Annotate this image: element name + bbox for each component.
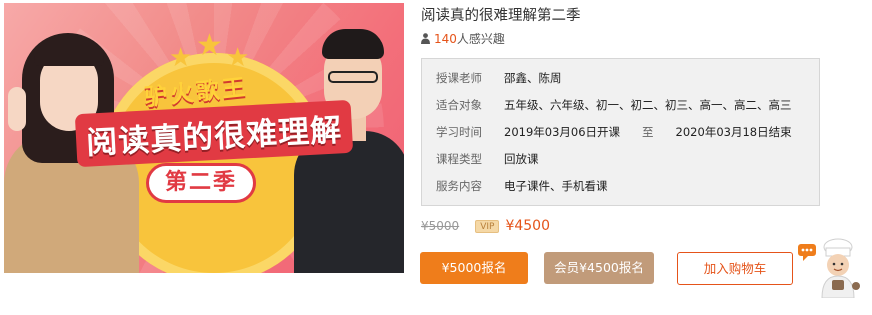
time-separator: 至 (642, 125, 654, 139)
time-end: 2020年03月18日结束 (675, 125, 792, 139)
interest-count: 140 人感兴趣 (421, 30, 505, 47)
star-icon: ★ (196, 28, 223, 63)
cover-man-hair (322, 29, 384, 59)
course-cover-image[interactable]: ★ ★ ★ 驴火歌王 阅读真的很难理解 第二季 (4, 3, 404, 273)
course-title: 阅读真的很难理解第二季 (421, 8, 581, 24)
type-value: 回放课 (504, 152, 539, 166)
star-icon: ★ (169, 43, 193, 73)
teacher-value: 邵鑫、陈周 (504, 71, 562, 85)
enroll-button[interactable]: ¥5000报名 (420, 252, 528, 284)
info-row-time: 学习时间 2019年03月06日开课 至 2020年03月18日结束 (436, 124, 792, 140)
add-to-cart-button[interactable]: 加入购物车 (677, 252, 793, 285)
audience-value: 五年级、六年级、初一、初二、初三、高一、高二、高三 (504, 98, 792, 112)
vip-price: ¥4500 (505, 218, 550, 234)
original-price: ¥5000 (421, 219, 460, 233)
info-label: 适合对象 (436, 98, 482, 112)
course-detail-page: ★ ★ ★ 驴火歌王 阅读真的很难理解 第二季 阅读真的很难理解第二季 140 … (0, 0, 872, 315)
info-label: 课程类型 (436, 152, 482, 166)
chef-mascot-icon[interactable] (798, 238, 868, 298)
service-value: 电子课件、手机看课 (504, 179, 608, 193)
cover-woman-bangs (34, 38, 104, 66)
interest-number: 140 (434, 31, 457, 46)
price-row: ¥5000 VIP ¥4500 (421, 218, 550, 234)
info-row-teacher: 授课老师 邵鑫、陈周 (436, 70, 562, 86)
info-label: 授课老师 (436, 71, 482, 85)
cover-man-glasses (328, 71, 378, 83)
cover-title-line3: 第二季 (146, 163, 256, 203)
info-row-type: 课程类型 回放课 (436, 151, 539, 167)
info-row-audience: 适合对象 五年级、六年级、初一、初二、初三、高一、高二、高三 (436, 97, 792, 113)
vip-enroll-button[interactable]: 会员¥4500报名 (544, 252, 654, 284)
time-start: 2019年03月06日开课 (504, 125, 621, 139)
course-info-box: 授课老师 邵鑫、陈周 适合对象 五年级、六年级、初一、初二、初三、高一、高二、高… (421, 58, 820, 206)
cover-woman-hand (8, 87, 26, 131)
info-label: 服务内容 (436, 179, 482, 193)
person-icon (421, 33, 430, 44)
info-label: 学习时间 (436, 125, 482, 139)
interest-suffix: 人感兴趣 (456, 32, 505, 46)
vip-badge: VIP (475, 219, 500, 233)
info-row-service: 服务内容 电子课件、手机看课 (436, 178, 608, 194)
